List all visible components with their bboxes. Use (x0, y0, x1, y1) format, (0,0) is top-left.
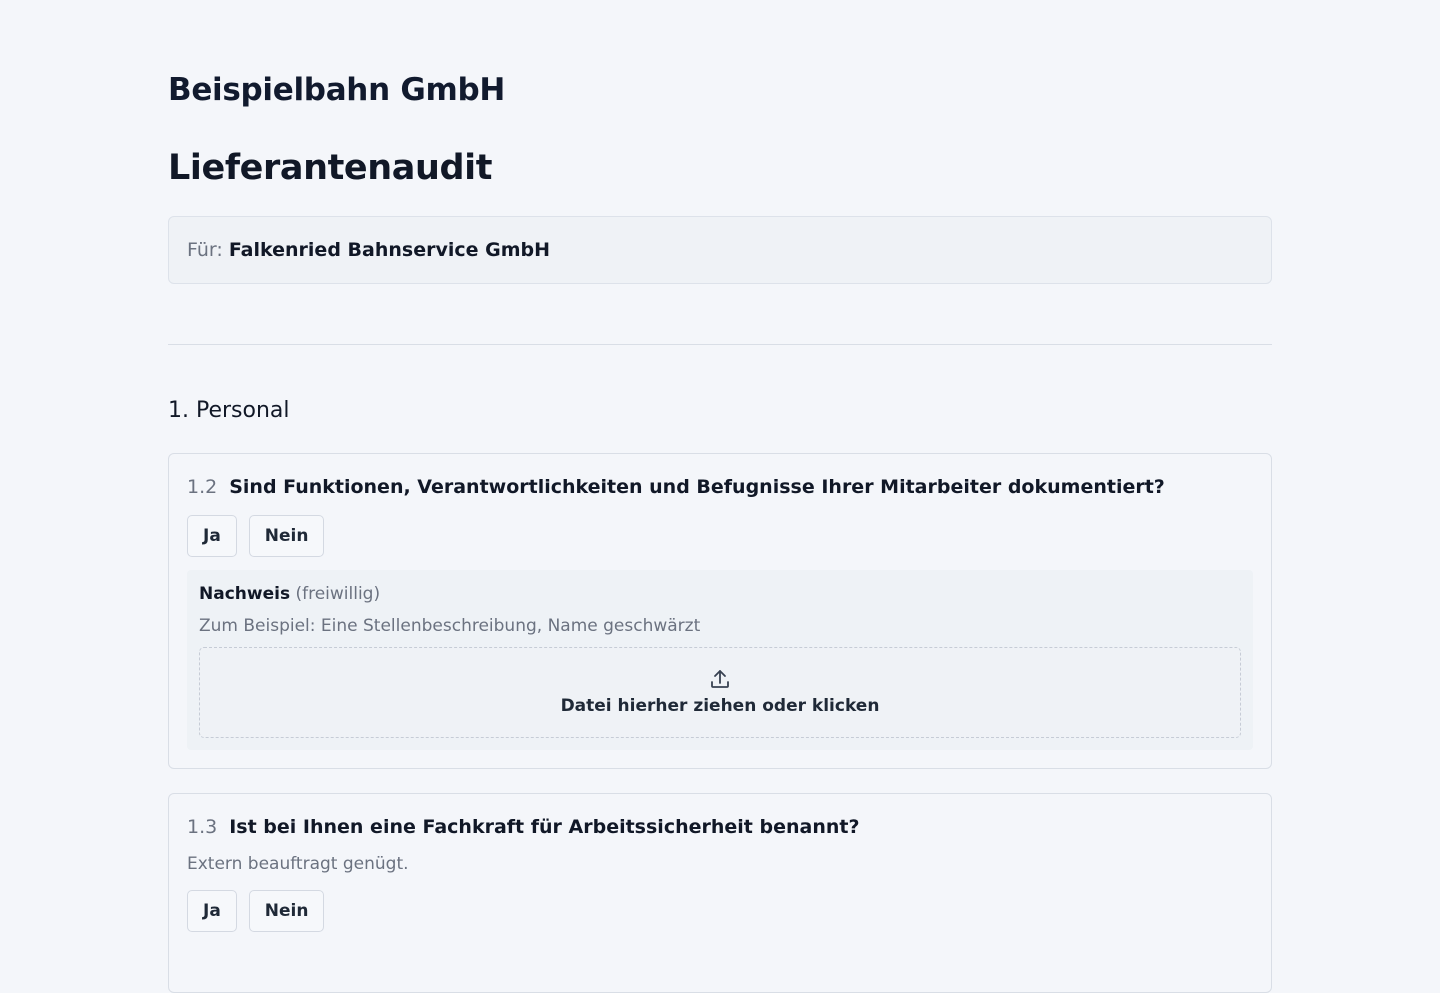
recipient-box: Für: Falkenried Bahnservice GmbH (168, 216, 1272, 284)
section-divider (168, 344, 1272, 345)
page-title: Lieferantenaudit (168, 148, 493, 188)
evidence-panel: Nachweis (freiwillig) Zum Beispiel: Eine… (187, 570, 1253, 750)
upload-icon (711, 670, 729, 688)
question-text: Sind Funktionen, Verantwortlichkeiten un… (229, 476, 1165, 498)
no-button[interactable]: Nein (248, 515, 325, 557)
dropzone-label: Datei hierher ziehen oder klicken (560, 696, 880, 716)
section-title: 1. Personal (168, 398, 290, 423)
answer-buttons: Ja Nein (187, 515, 325, 557)
answer-buttons: Ja Nein (187, 890, 325, 932)
question-card-1-2: 1.2 Sind Funktionen, Verantwortlichkeiten… (168, 453, 1272, 769)
recipient-label: Für: (187, 239, 223, 261)
yes-button[interactable]: Ja (187, 515, 237, 557)
question-heading: 1.3 Ist bei Ihnen eine Fachkraft für Arbe… (187, 814, 859, 840)
evidence-hint: Zum Beispiel: Eine Stellenbeschreibung, … (199, 616, 701, 636)
question-hint: Extern beauftragt genügt. (187, 854, 409, 874)
company-name: Beispielbahn GmbH (168, 72, 506, 108)
recipient-name: Falkenried Bahnservice GmbH (228, 239, 551, 261)
question-number: 1.3 (187, 816, 218, 838)
no-button[interactable]: Nein (248, 890, 325, 932)
evidence-optional: (freiwillig) (295, 584, 381, 604)
yes-button[interactable]: Ja (187, 890, 237, 932)
question-heading: 1.2 Sind Funktionen, Verantwortlichkeiten… (187, 474, 1165, 500)
question-number: 1.2 (187, 476, 218, 498)
file-dropzone[interactable]: Datei hierher ziehen oder klicken (199, 647, 1241, 738)
evidence-label: Nachweis (199, 584, 291, 604)
evidence-title: Nachweis (freiwillig) (199, 582, 380, 606)
question-text: Ist bei Ihnen eine Fachkraft für Arbeits… (229, 816, 860, 838)
question-card-1-3: 1.3 Ist bei Ihnen eine Fachkraft für Arbe… (168, 793, 1272, 993)
